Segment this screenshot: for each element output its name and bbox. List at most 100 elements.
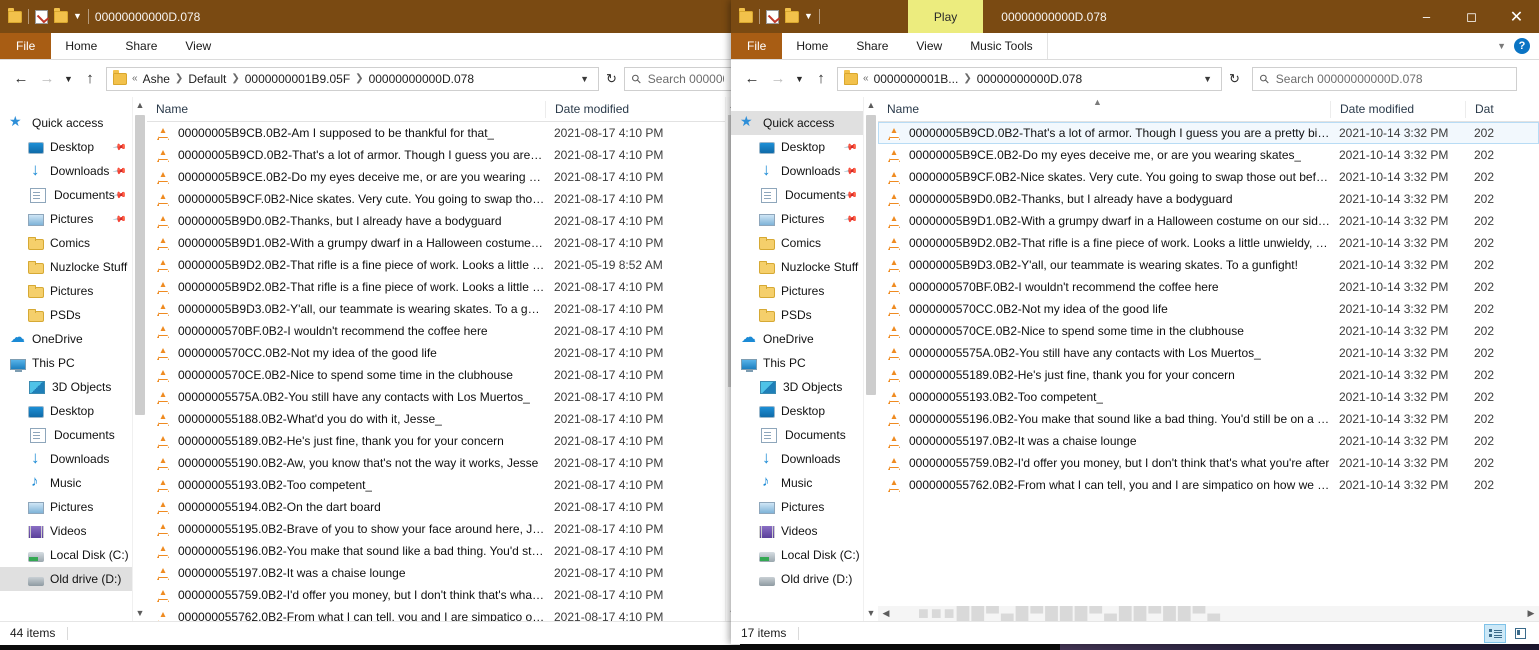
details-view-button[interactable] bbox=[1484, 624, 1506, 643]
sidebar-item-documents[interactable]: Documents bbox=[731, 423, 878, 447]
table-row[interactable]: 00000005B9D0.0B2-Thanks, but I already h… bbox=[147, 210, 740, 232]
forward-button[interactable]: → bbox=[765, 66, 791, 92]
contextual-tab-play[interactable]: Play bbox=[908, 0, 983, 33]
properties-icon[interactable] bbox=[35, 10, 48, 24]
table-row[interactable]: 000000055762.0B2-From what I can tell, y… bbox=[878, 474, 1539, 496]
sidebar-item-nuzlocke-stuff[interactable]: Nuzlocke Stuff bbox=[731, 255, 878, 279]
sidebar-item-local-disk-c[interactable]: Local Disk (C:) bbox=[731, 543, 878, 567]
help-icon[interactable]: ? bbox=[1514, 38, 1530, 54]
table-row[interactable]: 00000005B9CF.0B2-Nice skates. Very cute.… bbox=[878, 166, 1539, 188]
table-row[interactable]: 00000005B9CE.0B2-Do my eyes deceive me, … bbox=[878, 144, 1539, 166]
scroll-up-icon[interactable]: ▲ bbox=[864, 97, 878, 113]
left-nav-items[interactable]: Quick accessDesktop📌Downloads📌Documents📌… bbox=[0, 111, 147, 591]
file-name-cell[interactable]: 000000055193.0B2-Too competent_ bbox=[147, 478, 545, 493]
recent-locations-icon[interactable]: ▼ bbox=[60, 66, 77, 92]
table-row[interactable]: 0000000570CC.0B2-Not my idea of the good… bbox=[147, 342, 740, 364]
pin-icon[interactable]: 📌 bbox=[112, 211, 128, 227]
pin-icon[interactable]: 📌 bbox=[112, 163, 128, 179]
table-row[interactable]: 00000005B9CD.0B2-That's a lot of armor. … bbox=[878, 122, 1539, 144]
left-titlebar[interactable]: ▼ 00000000000D.078 bbox=[0, 0, 740, 33]
file-name-cell[interactable]: 00000005B9D2.0B2-That rifle is a fine pi… bbox=[147, 258, 545, 273]
folder-icon[interactable] bbox=[739, 11, 753, 23]
file-name-cell[interactable]: 000000055188.0B2-What'd you do with it, … bbox=[147, 412, 545, 427]
view-mode-buttons[interactable] bbox=[1484, 624, 1531, 643]
breadcrumb-3[interactable]: 00000000000D.078 bbox=[369, 72, 474, 86]
breadcrumb-1[interactable]: 00000000000D.078 bbox=[977, 72, 1082, 86]
left-ribbon-tabs[interactable]: File Home Share View bbox=[0, 33, 740, 60]
sidebar-item-quick-access[interactable]: Quick access bbox=[0, 111, 147, 135]
table-row[interactable]: 00000005B9D3.0B2-Y'all, our teammate is … bbox=[147, 298, 740, 320]
up-button[interactable]: ↑ bbox=[808, 66, 834, 92]
pin-icon[interactable]: 📌 bbox=[112, 139, 128, 155]
sidebar-item-pictures[interactable]: Pictures bbox=[0, 279, 147, 303]
tab-share[interactable]: Share bbox=[111, 33, 171, 59]
folder-icon[interactable] bbox=[8, 11, 22, 23]
right-address-row[interactable]: ← → ▼ ↑ « 0000000001B... ❯ 00000000000D.… bbox=[731, 60, 1539, 97]
sidebar-item-desktop[interactable]: Desktop bbox=[0, 399, 147, 423]
scroll-down-icon[interactable]: ▼ bbox=[133, 605, 147, 621]
table-row[interactable]: 000000055197.0B2-It was a chaise lounge2… bbox=[878, 430, 1539, 452]
breadcrumb-0[interactable]: Ashe bbox=[143, 72, 170, 86]
table-row[interactable]: 00000005B9CF.0B2-Nice skates. Very cute.… bbox=[147, 188, 740, 210]
file-name-cell[interactable]: 000000055762.0B2-From what I can tell, y… bbox=[878, 478, 1330, 493]
pin-icon[interactable]: 📌 bbox=[843, 139, 859, 155]
left-search-input[interactable]: Search 0000000 bbox=[648, 72, 724, 86]
file-name-cell[interactable]: 00000005B9CE.0B2-Do my eyes deceive me, … bbox=[147, 170, 545, 185]
file-name-cell[interactable]: 00000005B9D1.0B2-With a grumpy dwarf in … bbox=[878, 214, 1330, 229]
right-search-box[interactable]: ⚲ Search 00000000000D.078 bbox=[1252, 67, 1517, 91]
explorer-window-right[interactable]: ▼ Play 00000000000D.078 – ◻ ✕ File Home … bbox=[731, 0, 1539, 644]
file-name-cell[interactable]: 00000005B9CB.0B2-Am I supposed to be tha… bbox=[147, 126, 545, 141]
left-quick-access-toolbar[interactable]: ▼ 00000000000D.078 bbox=[0, 9, 200, 24]
file-name-cell[interactable]: 000000055193.0B2-Too competent_ bbox=[878, 390, 1330, 405]
table-row[interactable]: 000000055195.0B2-Brave of you to show yo… bbox=[147, 518, 740, 540]
column-header-date-created[interactable]: Dat bbox=[1465, 101, 1505, 118]
file-name-cell[interactable]: 0000000570CE.0B2-Nice to spend some time… bbox=[878, 324, 1330, 339]
sidebar-item-documents[interactable]: Documents📌 bbox=[0, 183, 147, 207]
tab-file[interactable]: File bbox=[0, 33, 51, 59]
sidebar-item-videos[interactable]: Videos bbox=[731, 519, 878, 543]
file-name-cell[interactable]: 00000005B9CE.0B2-Do my eyes deceive me, … bbox=[878, 148, 1330, 163]
table-row[interactable]: 000000055759.0B2-I'd offer you money, bu… bbox=[147, 584, 740, 606]
sidebar-item-quick-access[interactable]: Quick access bbox=[731, 111, 878, 135]
properties-icon[interactable] bbox=[766, 10, 779, 24]
scroll-left-icon[interactable]: ◀ bbox=[878, 608, 894, 619]
sidebar-item-desktop[interactable]: Desktop bbox=[731, 399, 878, 423]
column-header-name[interactable]: Name bbox=[878, 101, 1330, 118]
file-name-cell[interactable]: 000000055196.0B2-You make that sound lik… bbox=[147, 544, 545, 559]
chevron-down-icon[interactable]: ▼ bbox=[73, 12, 82, 21]
file-name-cell[interactable]: 000000055194.0B2-On the dart board bbox=[147, 500, 545, 515]
table-row[interactable]: 000000055193.0B2-Too competent_2021-08-1… bbox=[147, 474, 740, 496]
large-icons-view-button[interactable] bbox=[1509, 624, 1531, 643]
chevron-down-icon[interactable]: ▼ bbox=[804, 12, 813, 21]
sidebar-item-downloads[interactable]: Downloads bbox=[731, 447, 878, 471]
table-row[interactable]: 000000055189.0B2-He's just fine, thank y… bbox=[878, 364, 1539, 386]
refresh-button[interactable]: ↻ bbox=[1222, 67, 1247, 91]
sidebar-item-desktop[interactable]: Desktop📌 bbox=[731, 135, 878, 159]
tab-view[interactable]: View bbox=[171, 33, 225, 59]
pin-icon[interactable]: 📌 bbox=[843, 211, 859, 227]
file-name-cell[interactable]: 00000005575A.0B2-You still have any cont… bbox=[147, 390, 545, 405]
explorer-window-left[interactable]: ▼ 00000000000D.078 File Home Share View … bbox=[0, 0, 740, 645]
left-address-row[interactable]: ← → ▼ ↑ « Ashe ❯ Default ❯ 0000000001B9.… bbox=[0, 60, 740, 97]
right-nav-scroll-thumb[interactable] bbox=[866, 115, 876, 395]
sidebar-item-documents[interactable]: Documents bbox=[0, 423, 147, 447]
right-quick-access-toolbar[interactable]: ▼ bbox=[731, 9, 820, 24]
file-name-cell[interactable]: 000000055196.0B2-You make that sound lik… bbox=[878, 412, 1330, 427]
table-row[interactable]: 000000055196.0B2-You make that sound lik… bbox=[147, 540, 740, 562]
ribbon-collapse-icon[interactable]: ▼ bbox=[1497, 41, 1506, 51]
right-navigation-pane[interactable]: Quick accessDesktop📌 Downloads 📌 Documents 📌… bbox=[731, 97, 878, 621]
right-titlebar[interactable]: ▼ Play 00000000000D.078 – ◻ ✕ bbox=[731, 0, 1539, 33]
file-name-cell[interactable]: 000000055762.0B2-From what I can tell, y… bbox=[147, 610, 545, 622]
right-column-headers[interactable]: Name Date modified Dat ▲ bbox=[878, 97, 1539, 122]
tab-home[interactable]: Home bbox=[782, 33, 842, 59]
file-name-cell[interactable]: 000000055197.0B2-It was a chaise lounge bbox=[878, 434, 1330, 449]
sidebar-item-this-pc[interactable]: This PC bbox=[731, 351, 878, 375]
tab-music-tools[interactable]: Music Tools bbox=[956, 33, 1047, 59]
refresh-button[interactable]: ↻ bbox=[599, 67, 624, 91]
table-row[interactable]: 000000055759.0B2-I'd offer you money, bu… bbox=[878, 452, 1539, 474]
file-name-cell[interactable]: 00000005B9D0.0B2-Thanks, but I already h… bbox=[147, 214, 545, 229]
right-list-horizontal-scrollbar[interactable]: ◀ ■■■██▀▄█▀███▀▄██▀██▀▄ ▶ bbox=[878, 606, 1539, 621]
table-row[interactable]: 0000000570BF.0B2-I wouldn't recommend th… bbox=[147, 320, 740, 342]
file-name-cell[interactable]: 00000005575A.0B2-You still have any cont… bbox=[878, 346, 1330, 361]
maximize-button[interactable]: ◻ bbox=[1449, 0, 1494, 33]
